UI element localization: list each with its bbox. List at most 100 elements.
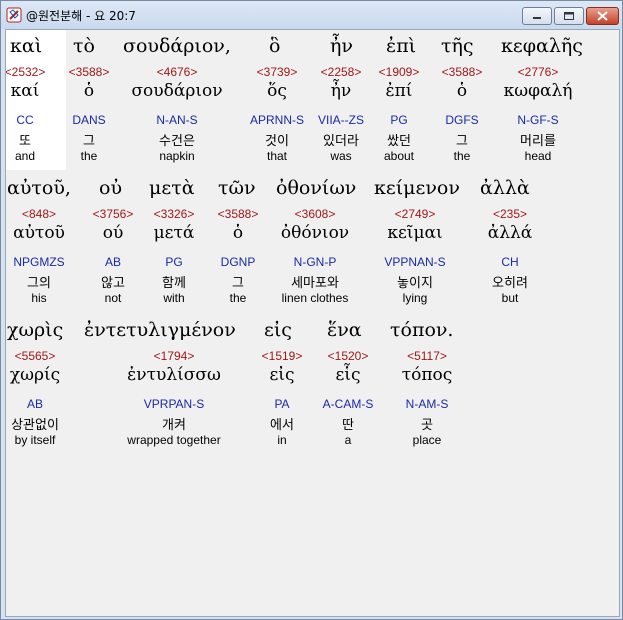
maximize-icon [564, 12, 574, 20]
minimize-button[interactable] [522, 7, 552, 25]
word-strong[interactable]: <1520> [328, 349, 369, 363]
word-greek[interactable]: τῶν [218, 177, 256, 199]
word-strong[interactable]: <5565> [15, 349, 56, 363]
word-kor: 않고 [101, 276, 125, 291]
word-eng: linen clothes [281, 291, 349, 305]
word-eng: with [163, 291, 185, 305]
word-lemma: ὁ [83, 81, 95, 101]
word-lemma: χωρίς [9, 365, 61, 385]
word-greek[interactable]: ὃ [269, 35, 280, 57]
interlinear-pane[interactable]: καὶ <2532> καί CC 또 and τὸ <3588> ὁ DANS 그 the σουδά… [5, 29, 620, 617]
word-lemma: εἷς [335, 365, 361, 385]
word-greek[interactable]: μετὰ [149, 177, 195, 199]
word-eng: head [524, 149, 552, 163]
word-strong[interactable]: <2776> [518, 65, 559, 79]
word-lemma: εἰς [269, 365, 295, 385]
word-greek[interactable]: χωρὶς [7, 319, 63, 341]
word-strong[interactable]: <1909> [379, 65, 420, 79]
word-lemma: καί [10, 81, 40, 101]
word-lemma: ὁ [232, 223, 244, 243]
word-lemma: αὐτοῦ [13, 223, 65, 243]
word-greek[interactable]: τόπον. [390, 319, 453, 341]
word-greek[interactable]: τὸ [73, 35, 95, 57]
word-eng: the [453, 149, 471, 163]
word-lemma: ὀθόνιον [280, 223, 350, 243]
word-eng: napkin [159, 149, 195, 163]
word-eng: that [266, 149, 288, 163]
maximize-button[interactable] [554, 7, 584, 25]
word-greek[interactable]: ἐντετυλιγμένον [84, 319, 236, 341]
word-strong[interactable]: <848> [22, 207, 56, 221]
word-kor: 있더라 [323, 134, 359, 149]
word-parse: AB [104, 255, 122, 269]
word-strong[interactable]: <3739> [257, 65, 298, 79]
word-strong[interactable]: <3608> [295, 207, 336, 221]
word-strong[interactable]: <2258> [321, 65, 362, 79]
word-parse: N-AM-S [405, 397, 449, 411]
word-strong[interactable]: <1519> [262, 349, 303, 363]
word-parse: CC [16, 113, 34, 127]
word-parse: NPGMZS [13, 255, 65, 269]
word-greek[interactable]: οὐ [99, 177, 122, 199]
word-kor: 그의 [27, 276, 51, 291]
word-eng: but [501, 291, 519, 305]
word-lemma: ού [102, 223, 124, 243]
word-greek[interactable]: ὀθονίων [276, 177, 356, 199]
word-strong[interactable]: <3588> [69, 65, 110, 79]
word-parse: APRNN-S [249, 113, 305, 127]
title-bar[interactable]: @원전분해 - 요 20:7 [1, 1, 622, 29]
word-greek[interactable]: εἰς [264, 319, 292, 341]
word-greek[interactable]: ἦν [330, 35, 353, 57]
word-parse: N-GN-P [293, 255, 337, 269]
word-eng: place [412, 433, 442, 447]
word-greek[interactable]: τῆς [441, 35, 474, 57]
word-kor: 세마포와 [291, 276, 339, 291]
word-greek[interactable]: κείμενον [374, 177, 460, 199]
word-kor: 함께 [162, 276, 186, 291]
close-icon [597, 11, 608, 21]
book-icon [6, 7, 22, 23]
word-greek[interactable]: ἀλλὰ [480, 177, 530, 199]
word-lemma: ὁ [456, 81, 468, 101]
word-kor: 수건은 [159, 134, 195, 149]
word-eng: was [330, 149, 352, 163]
word-kor: 놓이지 [397, 276, 433, 291]
word-kor: 상관없이 [11, 418, 59, 433]
word-kor: 곳 [421, 418, 433, 433]
word-parse: A-CAM-S [322, 397, 374, 411]
word-strong[interactable]: <1794> [154, 349, 195, 363]
word-greek[interactable]: κεφαλῆς [501, 35, 583, 57]
word-eng: about [383, 149, 415, 163]
word-kor: 쌌던 [387, 134, 411, 149]
word-lemma: ἀλλά [487, 223, 533, 243]
word-eng: his [31, 291, 47, 305]
word-kor: 그 [232, 276, 244, 291]
word-parse: VPRPAN-S [143, 397, 205, 411]
word-strong[interactable]: <3588> [218, 207, 259, 221]
word-kor: 오히려 [492, 276, 528, 291]
word-greek[interactable]: αὐτοῦ, [7, 177, 71, 199]
word-strong[interactable]: <2532> [6, 65, 45, 79]
word-lemma: ἐπί [385, 81, 413, 101]
word-strong[interactable]: <2749> [395, 207, 436, 221]
word-greek[interactable]: καὶ [10, 35, 42, 57]
word-greek[interactable]: ἕνα [327, 319, 362, 341]
word-lemma: κεῖμαι [387, 223, 443, 243]
word-strong[interactable]: <235> [493, 207, 527, 221]
word-greek[interactable]: ἐπὶ [386, 35, 416, 57]
word-strong[interactable]: <5117> [407, 349, 447, 363]
word-parse: VPPNAN-S [384, 255, 446, 269]
word-greek[interactable]: σουδάριον, [123, 35, 231, 57]
word-strong[interactable]: <4676> [157, 65, 198, 79]
word-kor: 딴 [342, 418, 354, 433]
word-parse: N-AN-S [156, 113, 198, 127]
word-eng: a [344, 433, 352, 447]
word-strong[interactable]: <3588> [442, 65, 483, 79]
word-strong[interactable]: <3756> [93, 207, 134, 221]
word-eng: and [14, 149, 36, 163]
close-button[interactable] [586, 7, 619, 25]
word-lemma: ἐντυλίσσω [127, 365, 221, 385]
word-strong[interactable]: <3326> [154, 207, 195, 221]
word-parse: PG [390, 113, 408, 127]
word-eng: the [80, 149, 98, 163]
